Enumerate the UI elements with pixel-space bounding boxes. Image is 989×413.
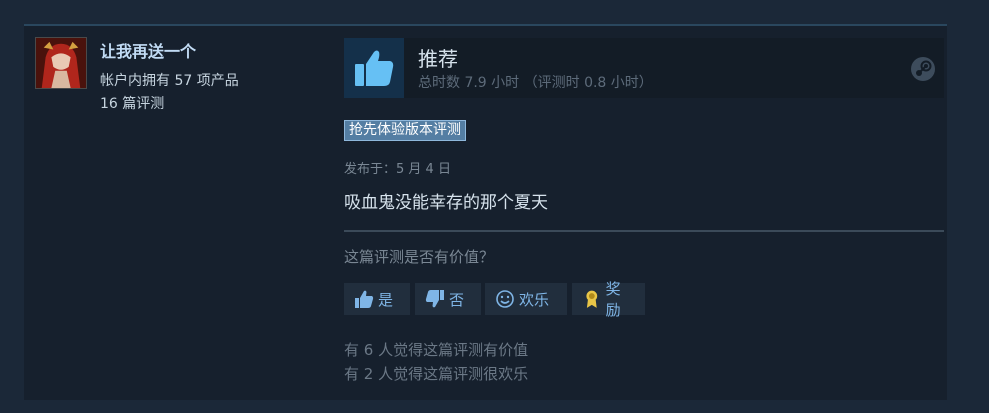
award-button[interactable]: 奖励 [572, 280, 645, 319]
helpful-count: 有 6 人觉得这篇评测有价值 [344, 341, 529, 359]
smiley-icon [496, 290, 514, 308]
vote-no-label: 否 [449, 290, 465, 309]
avatar[interactable] [35, 37, 87, 89]
vote-funny-button[interactable]: 欢乐 [485, 283, 567, 315]
funny-count: 有 2 人觉得这篇评测很欢乐 [344, 365, 529, 383]
author-reviews-count[interactable]: 16 篇评测 [100, 93, 164, 113]
award-label: 奖励 [605, 280, 621, 319]
review-card: 让我再送一个 帐户内拥有 57 项产品 16 篇评测 推荐 总时数 7.9 小时… [24, 24, 947, 400]
author-products-count[interactable]: 帐户内拥有 57 项产品 [100, 70, 239, 90]
vote-no-button[interactable]: 否 [415, 283, 481, 315]
thumbs-up-icon [355, 290, 374, 308]
posted-date: 发布于：5 月 4 日 [344, 162, 451, 177]
helpful-question: 这篇评测是否有价值？ [344, 248, 495, 266]
playtime-hours: 总时数 7.9 小时 （评测时 0.8 小时） [418, 75, 653, 91]
recommendation-header: 推荐 总时数 7.9 小时 （评测时 0.8 小时） [344, 38, 944, 98]
divider [344, 230, 944, 232]
thumbs-down-icon [425, 290, 444, 308]
vote-funny-label: 欢乐 [519, 290, 550, 309]
award-icon [586, 290, 598, 308]
steam-icon [911, 57, 935, 81]
author-name[interactable]: 让我再送一个 [100, 38, 196, 62]
vote-yes-button[interactable]: 是 [344, 283, 410, 315]
early-access-badge: 抢先体验版本评测 [344, 120, 466, 141]
thumbs-up-icon[interactable] [344, 38, 404, 98]
vote-yes-label: 是 [378, 290, 394, 309]
review-body: 吸血鬼没能幸存的那个夏天 [344, 193, 548, 213]
recommendation-verdict[interactable]: 推荐 [418, 43, 458, 72]
